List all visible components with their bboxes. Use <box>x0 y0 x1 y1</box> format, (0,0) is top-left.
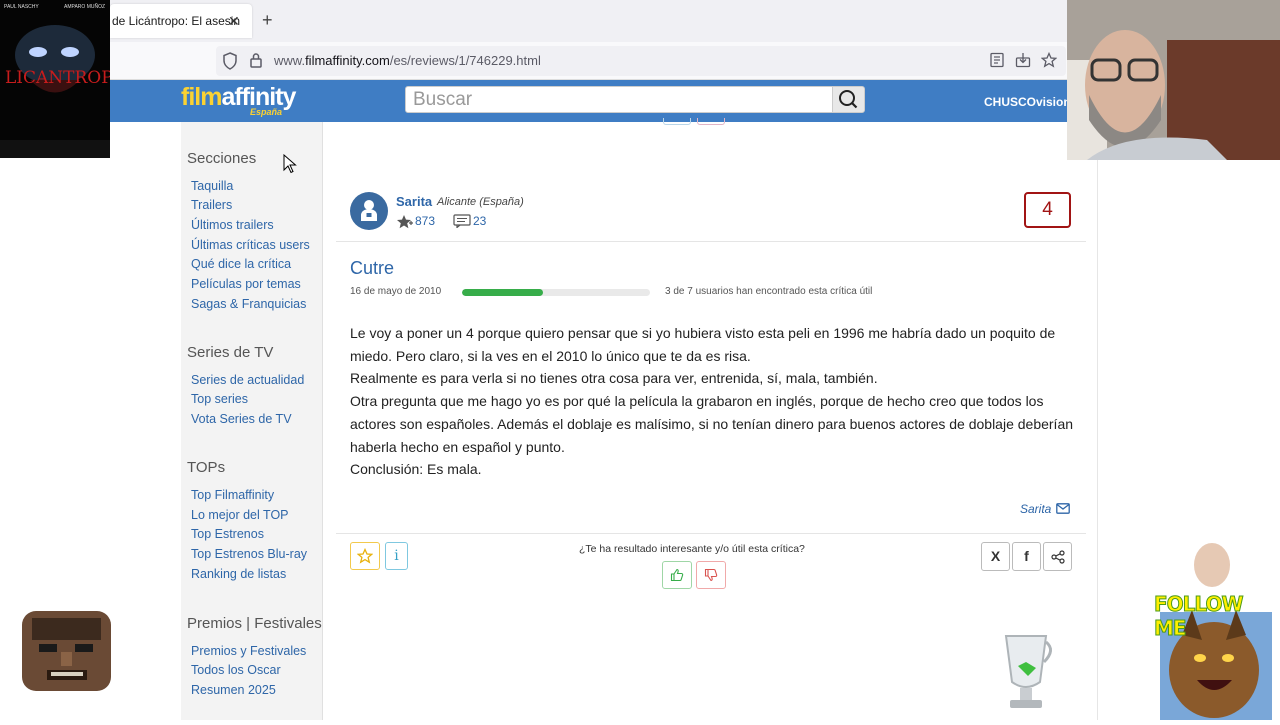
bookmark-star-icon[interactable] <box>1041 52 1057 68</box>
search-icon <box>839 90 858 109</box>
avatar[interactable] <box>350 192 388 230</box>
url-text[interactable]: www.filmaffinity.com/es/reviews/1/746229… <box>274 53 541 68</box>
url-path: /es/reviews/1/746229.html <box>389 53 541 68</box>
review-paragraph: Le voy a poner un 4 porque quiero pensar… <box>350 325 1056 364</box>
ratings-star-icon <box>397 215 413 229</box>
review-paragraph: Otra pregunta que me hago yo es por qué … <box>350 393 1074 455</box>
share-x-button[interactable]: X <box>981 542 1010 571</box>
search-button[interactable] <box>832 86 865 113</box>
info-button[interactable]: i <box>385 542 408 570</box>
review-header <box>336 178 1086 242</box>
reviewer-location: Alicante (España) <box>437 196 524 208</box>
sidebar-link-lo-mejor-del-top[interactable]: Lo mejor del TOP <box>191 508 289 522</box>
share-facebook-button[interactable]: f <box>1012 542 1041 571</box>
sidebar-link-vota-series[interactable]: Vota Series de TV <box>191 412 292 426</box>
sidebar-link-top-estrenos[interactable]: Top Estrenos <box>191 527 264 541</box>
sidebar-link-ultimos-trailers[interactable]: Últimos trailers <box>191 218 274 232</box>
url-domain: filmaffinity.com <box>305 53 390 68</box>
thumbs-up-icon <box>670 568 684 582</box>
webcam-overlay <box>1067 0 1280 160</box>
review-title: Cutre <box>350 258 395 278</box>
sidebar-heading-tops: TOPs <box>187 459 226 476</box>
usefulness-question: ¿Te ha resultado interesante y/o útil es… <box>579 543 805 555</box>
reviewer-name[interactable]: Sarita <box>396 194 432 209</box>
tab-close-icon[interactable]: ✕ <box>228 13 240 29</box>
share-icon <box>1050 550 1065 564</box>
sidebar-link-top-filmaffinity[interactable]: Top Filmaffinity <box>191 488 274 502</box>
review-date: 16 de mayo de 2010 <box>350 286 442 297</box>
info-icon: i <box>394 548 399 564</box>
sidebar-heading-premios: Premios | Festivales <box>187 615 322 632</box>
sidebar-link-top-series[interactable]: Top series <box>191 392 248 406</box>
favorite-button[interactable] <box>350 542 380 570</box>
thumbs-up-button[interactable] <box>662 561 692 589</box>
lock-icon[interactable] <box>249 52 263 68</box>
usefulness-progress-bar <box>462 289 650 296</box>
trophy-cup-icon <box>1004 635 1052 708</box>
logo-film: film <box>181 83 222 111</box>
shield-icon[interactable] <box>222 52 238 70</box>
logo-subtitle: España <box>250 107 283 117</box>
sidebar-link-top-estrenos-bluray[interactable]: Top Estrenos Blu-ray <box>191 547 307 561</box>
new-tab-button[interactable]: + <box>262 10 273 30</box>
ratings-count[interactable]: 873 <box>415 214 435 228</box>
x-icon: X <box>990 548 1001 564</box>
share-link-button[interactable] <box>1043 542 1072 571</box>
previous-review-down-button[interactable] <box>697 118 725 125</box>
follow-me-text: FOLLOW ME <box>1154 592 1245 641</box>
usefulness-progress-fill <box>462 289 543 296</box>
url-prefix: www. <box>274 53 306 68</box>
sidebar-link-taquilla[interactable]: Taquilla <box>191 179 233 193</box>
review-body: Le voy a poner un 4 porque quiero pensar… <box>350 322 1075 481</box>
sidebar-link-trailers[interactable]: Trailers <box>191 198 232 212</box>
sidebar-link-ultimas-criticas[interactable]: Últimas críticas users <box>191 238 310 252</box>
thumbs-down-icon <box>704 568 718 582</box>
movie-poster-overlay: PAUL NASCHY AMPARO MUÑOZ LICANTROPO <box>0 0 110 158</box>
reader-view-icon[interactable] <box>989 52 1005 68</box>
sidebar-link-resumen-2025[interactable]: Resumen 2025 <box>191 683 276 697</box>
sidebar-link-peliculas-por-temas[interactable]: Películas por temas <box>191 277 301 291</box>
user-icon <box>361 200 377 221</box>
sidebar-link-series-actualidad[interactable]: Series de actualidad <box>191 373 304 387</box>
user-menu[interactable]: CHUSCOvision <box>984 95 1071 109</box>
usefulness-text: 3 de 7 usuarios han encontrado esta crít… <box>665 286 873 297</box>
rating-score-badge: 4 <box>1024 192 1071 228</box>
tab-title: de Licántropo: El asesin <box>112 14 241 28</box>
sidebar-link-todos-los-oscar[interactable]: Todos los Oscar <box>191 663 281 677</box>
sidebar-link-que-dice-la-critica[interactable]: Qué dice la crítica <box>191 257 291 271</box>
doom-face-icon <box>22 611 111 691</box>
star-outline-icon <box>356 547 374 564</box>
thumbs-down-button[interactable] <box>696 561 726 589</box>
reviews-count[interactable]: 23 <box>473 214 486 228</box>
divider <box>336 533 1086 534</box>
sidebar-link-sagas[interactable]: Sagas & Franquicias <box>191 297 306 311</box>
sidebar-link-premios-festivales[interactable]: Premios y Festivales <box>191 644 306 658</box>
mail-icon[interactable] <box>1056 503 1070 514</box>
sidebar-heading-series: Series de TV <box>187 344 274 361</box>
save-to-pocket-icon[interactable] <box>1015 52 1031 68</box>
sidebar-heading-secciones: Secciones <box>187 150 257 167</box>
previous-review-up-button[interactable] <box>663 118 691 125</box>
reviews-icon <box>453 214 471 228</box>
sidebar-link-ranking-listas[interactable]: Ranking de listas <box>191 567 286 581</box>
review-paragraph: Realmente es para verla si no tienes otr… <box>350 370 878 387</box>
mouse-cursor-icon <box>283 154 297 174</box>
facebook-icon: f <box>1024 548 1029 564</box>
poster-title: LICANTROPO <box>5 68 110 88</box>
search-input[interactable]: Buscar <box>405 86 833 113</box>
review-signature[interactable]: Sarita <box>1020 502 1051 516</box>
streamer-webcam-icon <box>1067 0 1280 160</box>
review-paragraph: Conclusión: Es mala. <box>350 461 482 478</box>
